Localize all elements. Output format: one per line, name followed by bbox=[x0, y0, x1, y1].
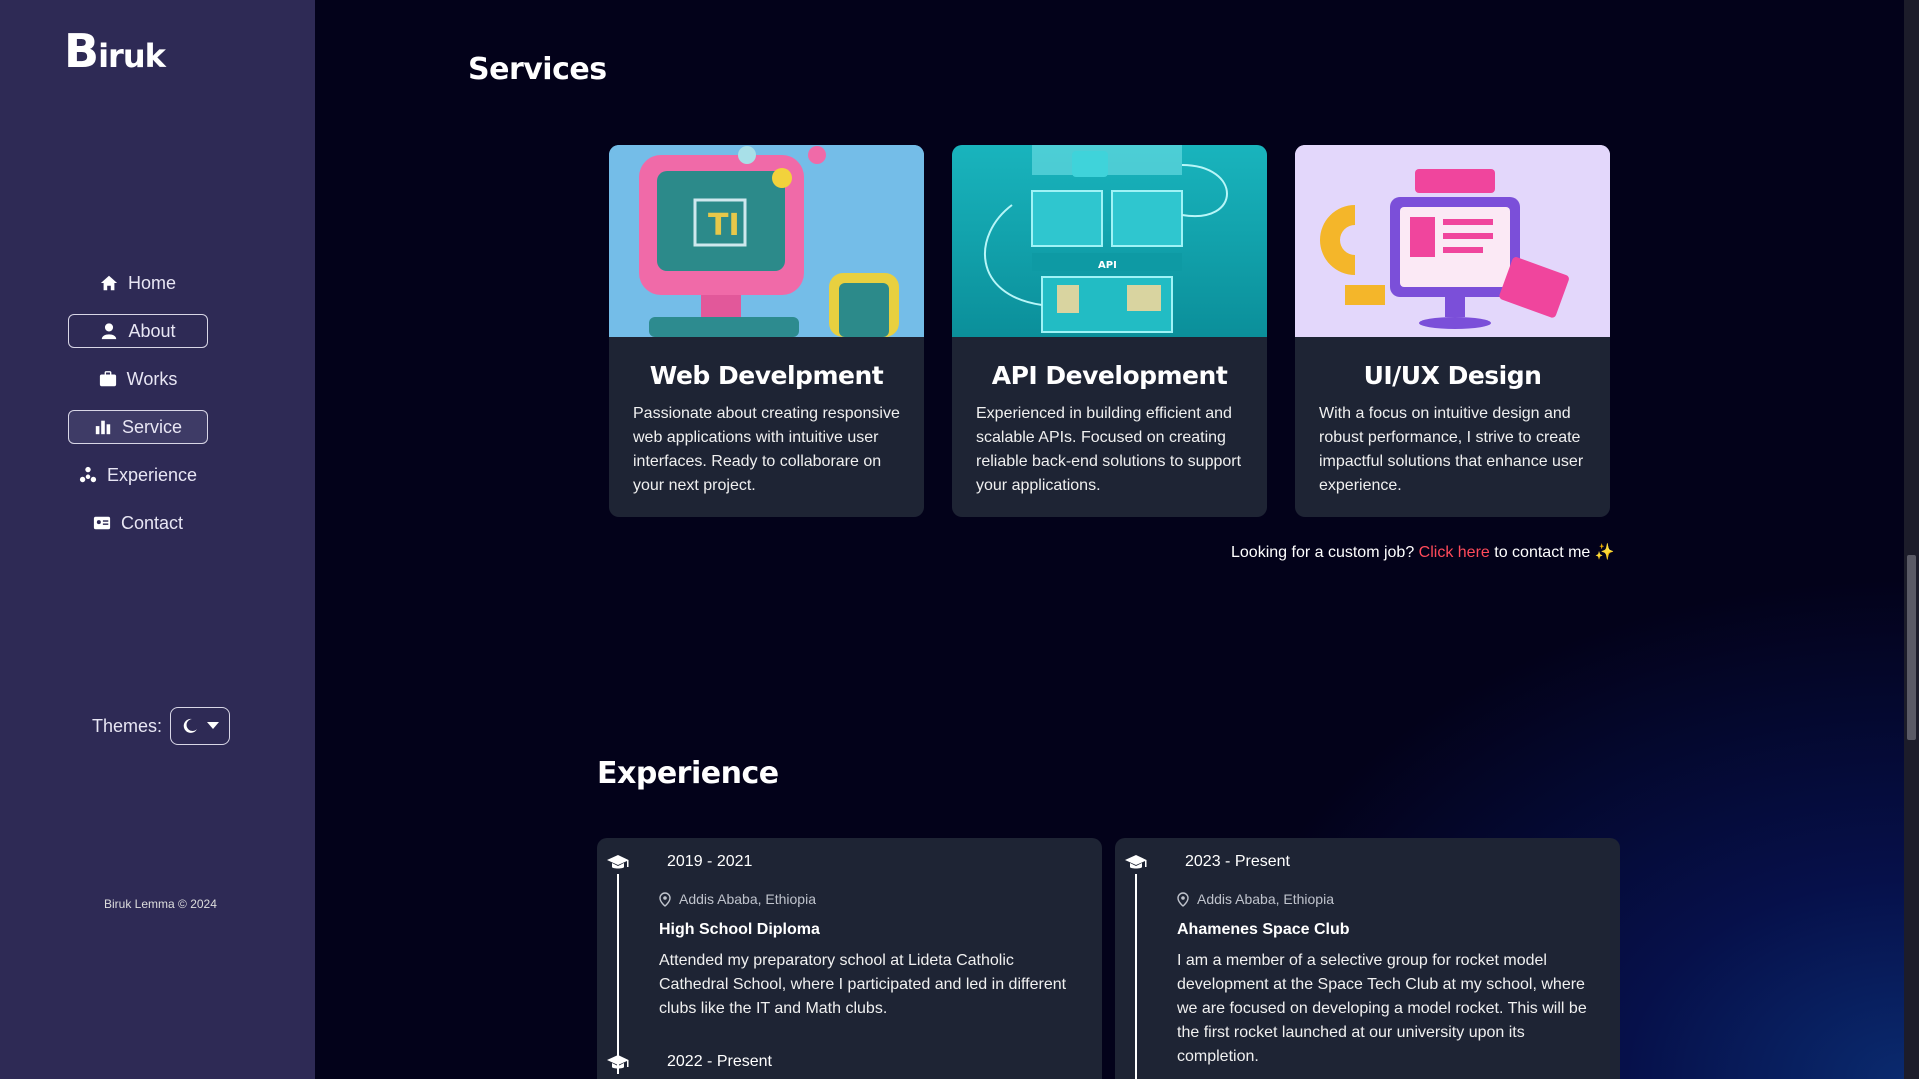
nav-item-contact[interactable]: Contact bbox=[68, 506, 208, 540]
experience-title: Experience bbox=[597, 756, 779, 791]
exp-date: 2022 - Present bbox=[667, 1053, 772, 1070]
custom-job-cta: Looking for a custom job? Click here to … bbox=[1231, 542, 1615, 562]
exp-desc: Attended my preparatory school at Lideta… bbox=[659, 952, 1067, 1017]
copyright: Biruk Lemma © 2024 bbox=[104, 897, 217, 911]
nav-label: Home bbox=[127, 272, 176, 293]
experience-card-club: 2023 - Present Addis Ababa, Ethiopia Aha… bbox=[1115, 838, 1620, 1079]
nav-item-experience[interactable]: Experience bbox=[68, 458, 208, 492]
exp-date: 2019 - 2021 bbox=[667, 853, 753, 870]
location-pin-icon bbox=[1177, 891, 1189, 907]
contact-link[interactable]: Click here bbox=[1419, 544, 1490, 561]
location-pin-icon bbox=[659, 891, 671, 907]
exp-date: 2023 - Present bbox=[1185, 853, 1290, 870]
home-icon bbox=[100, 275, 118, 291]
service-card-uiux: UI/UX Design With a focus on intuitive d… bbox=[1295, 145, 1610, 517]
nav-label: Contact bbox=[120, 512, 184, 533]
api-label: API bbox=[1098, 260, 1117, 271]
nav-item-service[interactable]: Service bbox=[68, 410, 208, 444]
sidebar-nav: Home About Works Service Experience Cont… bbox=[68, 266, 208, 554]
moon-icon bbox=[183, 718, 197, 733]
card-title: Web Develpment bbox=[649, 361, 884, 390]
web-dev-illustration: TI bbox=[609, 145, 924, 337]
user-icon bbox=[102, 323, 117, 340]
card-desc: Passionate about creating responsive web… bbox=[633, 405, 900, 494]
exp-desc: I am a member of a selective group for r… bbox=[1177, 952, 1587, 1065]
service-card-api: API API Development Experienced in build… bbox=[952, 145, 1267, 517]
theme-select[interactable] bbox=[170, 707, 231, 745]
exp-location: Addis Ababa, Ethiopia bbox=[659, 891, 816, 907]
card-desc: Experienced in building efficient and sc… bbox=[976, 405, 1242, 494]
service-card-web: TI Web Develpment Passionate about creat… bbox=[609, 145, 924, 517]
svg-text:TI: TI bbox=[708, 208, 740, 243]
experience-card-education: 2019 - 2021 Addis Ababa, Ethiopia High S… bbox=[597, 838, 1102, 1079]
cta-text: Looking for a custom job? bbox=[1231, 544, 1415, 561]
uiux-illustration bbox=[1295, 145, 1610, 337]
logo[interactable]: Biruk bbox=[64, 24, 166, 78]
card-title: UI/UX Design bbox=[1363, 361, 1542, 390]
timeline-line bbox=[1135, 874, 1137, 1079]
sitemap-icon bbox=[79, 466, 97, 483]
nav-label: Experience bbox=[106, 464, 198, 485]
contact-card-icon bbox=[93, 516, 111, 530]
location-text: Addis Ababa, Ethiopia bbox=[1197, 891, 1334, 907]
scrollbar[interactable] bbox=[1904, 0, 1919, 1079]
scrollbar-thumb[interactable] bbox=[1907, 555, 1916, 740]
api-dev-illustration: API bbox=[952, 145, 1267, 337]
sidebar: Biruk Home About Works Service Experienc… bbox=[0, 0, 315, 1079]
nav-label: About bbox=[128, 320, 176, 341]
nav-label: Works bbox=[126, 368, 178, 389]
services-title: Services bbox=[468, 52, 607, 87]
nav-item-works[interactable]: Works bbox=[68, 362, 208, 396]
caret-down-icon bbox=[206, 722, 219, 729]
main-content: Services TI Web Develpment Passionate ab… bbox=[315, 0, 1904, 1079]
nav-item-about[interactable]: About bbox=[68, 314, 208, 348]
location-text: Addis Ababa, Ethiopia bbox=[679, 891, 816, 907]
card-desc: With a focus on intuitive design and rob… bbox=[1319, 405, 1584, 494]
exp-location: Addis Ababa, Ethiopia bbox=[1177, 891, 1334, 907]
themes-label: Themes: bbox=[92, 715, 163, 736]
briefcase-icon bbox=[99, 371, 116, 387]
exp-title: Ahamenes Space Club bbox=[1177, 921, 1350, 938]
card-title: API Development bbox=[991, 361, 1228, 390]
cta-text-after: to contact me ✨ bbox=[1494, 544, 1615, 561]
nav-item-home[interactable]: Home bbox=[68, 266, 208, 300]
graduation-cap-icon bbox=[1125, 855, 1147, 869]
graduation-cap-icon bbox=[607, 855, 629, 869]
graduation-cap-icon bbox=[607, 1055, 629, 1069]
timeline-line bbox=[617, 874, 619, 1074]
nav-label: Service bbox=[121, 416, 183, 437]
exp-title: High School Diploma bbox=[659, 921, 820, 938]
themes-control: Themes: bbox=[92, 707, 231, 745]
bar-chart-icon bbox=[95, 420, 111, 435]
